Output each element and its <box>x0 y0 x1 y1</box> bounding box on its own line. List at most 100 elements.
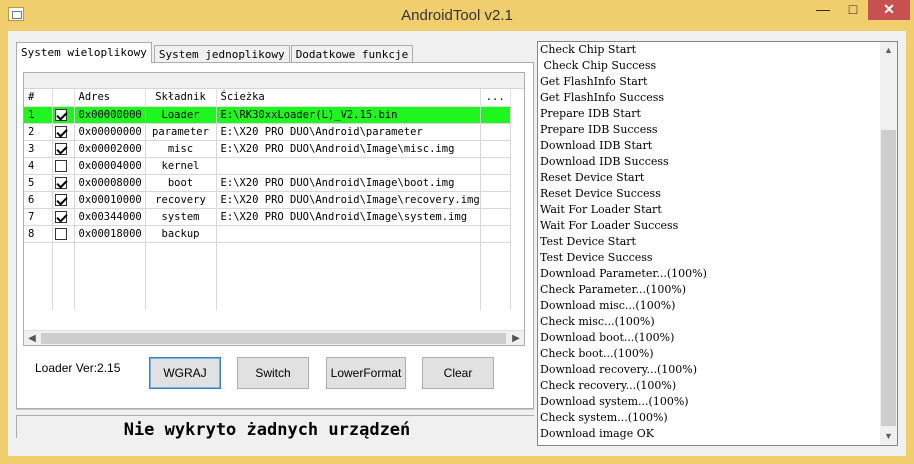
checkbox[interactable] <box>54 210 67 223</box>
window-client-area: System wieloplikowy System jednoplikowy … <box>8 31 906 456</box>
scroll-thumb[interactable] <box>881 130 896 426</box>
row-num: 6 <box>24 191 53 209</box>
log-line: Check Chip Success <box>540 59 657 72</box>
row-component: recovery <box>145 191 217 209</box>
empty-cell <box>74 259 146 276</box>
empty-cell <box>480 276 511 293</box>
header-check[interactable] <box>52 89 75 107</box>
scroll-down-icon[interactable]: ▼ <box>880 428 897 445</box>
log-line: Download IDB Success <box>540 155 669 168</box>
table-row[interactable]: 5 0x00008000 boot E:\X20 PRO DUO\Android\Im… <box>24 174 511 192</box>
row-checkbox <box>52 208 75 226</box>
table-row[interactable]: 4 0x00004000 kernel <box>24 157 511 175</box>
log-line: Reset Device Start <box>540 171 645 184</box>
log-lines: Check Chip Start Check Chip Success Get F… <box>540 42 877 442</box>
header-path[interactable]: Ścieżka <box>216 89 481 107</box>
header-num[interactable]: # <box>24 89 53 107</box>
empty-cell <box>216 293 481 310</box>
table-row[interactable]: 1 0x00000000 Loader E:\RK30xxLoader(L)_V2.1… <box>24 106 511 124</box>
vertical-scrollbar[interactable]: ▲ ▼ <box>880 42 897 445</box>
row-more <box>480 106 511 124</box>
empty-cell <box>24 293 53 310</box>
switch-button[interactable]: Switch <box>237 357 309 389</box>
checkbox[interactable] <box>54 176 67 189</box>
clear-button[interactable]: Clear <box>422 357 494 389</box>
title-bar: AndroidTool v2.1 — □ ✕ <box>0 0 914 30</box>
log-line: Download IDB Start <box>540 139 653 152</box>
scroll-up-icon[interactable]: ▲ <box>880 42 897 59</box>
checkbox[interactable] <box>54 159 67 172</box>
row-checkbox <box>52 123 75 141</box>
log-line: Download recovery...(100%) <box>540 363 697 376</box>
header-component[interactable]: Składnik <box>145 89 217 107</box>
empty-cell <box>24 242 53 259</box>
table-header-row: # Adres Składnik Ścieżka ... <box>24 89 511 107</box>
tab-additional-functions[interactable]: Dodatkowe funkcje <box>290 45 414 63</box>
row-address: 0x00008000 <box>74 174 146 192</box>
row-path: E:\X20 PRO DUO\Android\Image\misc.img <box>216 140 481 158</box>
row-path: E:\X20 PRO DUO\Android\Image\boot.img <box>216 174 481 192</box>
row-component: backup <box>145 225 217 243</box>
log-line: Test Device Start <box>540 235 636 248</box>
row-num: 5 <box>24 174 53 192</box>
horizontal-scrollbar[interactable]: ◀ ▶ <box>24 330 524 345</box>
table-row[interactable]: 6 0x00010000 recovery E:\X20 PRO DUO\Androi… <box>24 191 511 209</box>
empty-cell <box>74 276 146 293</box>
table-row[interactable]: 8 0x00018000 backup <box>24 225 511 243</box>
empty-row <box>24 242 511 259</box>
maximize-button[interactable]: □ <box>838 0 868 20</box>
log-panel[interactable]: Check Chip Start Check Chip Success Get F… <box>537 41 898 446</box>
flash-button[interactable]: WGRAJ <box>149 357 221 389</box>
row-path: E:\RK30xxLoader(L)_V2.15.bin <box>216 106 481 124</box>
tab-multi-file-system[interactable]: System wieloplikowy <box>16 42 152 63</box>
row-address: 0x00344000 <box>74 208 146 226</box>
row-address: 0x00002000 <box>74 140 146 158</box>
lower-format-button[interactable]: LowerFormat <box>326 357 406 389</box>
row-checkbox <box>52 174 75 192</box>
row-num: 8 <box>24 225 53 243</box>
scroll-right-icon[interactable]: ▶ <box>508 331 524 345</box>
table-row[interactable]: 2 0x00000000 parameter E:\X20 PRO DUO\Andro… <box>24 123 511 141</box>
empty-cell <box>24 259 53 276</box>
log-line: Prepare IDB Start <box>540 107 641 120</box>
scroll-left-icon[interactable]: ◀ <box>24 331 40 345</box>
row-more <box>480 191 511 209</box>
row-more <box>480 174 511 192</box>
empty-row <box>24 259 511 276</box>
log-line: Wait For Loader Start <box>540 203 662 216</box>
minimize-button[interactable]: — <box>808 0 838 20</box>
checkbox[interactable] <box>54 193 67 206</box>
empty-cell <box>145 276 217 293</box>
log-line: Check recovery...(100%) <box>540 379 677 392</box>
header-more[interactable]: ... <box>480 89 511 107</box>
empty-cell <box>52 276 75 293</box>
table-row[interactable]: 7 0x00344000 system E:\X20 PRO DUO\Android\… <box>24 208 511 226</box>
row-more <box>480 225 511 243</box>
log-line: Test Device Success <box>540 251 653 264</box>
row-address: 0x00000000 <box>74 106 146 124</box>
log-line: Download boot...(100%) <box>540 331 675 344</box>
empty-cell <box>145 259 217 276</box>
device-status: Nie wykryto żadnych urządzeń <box>123 420 411 440</box>
log-line: Wait For Loader Success <box>540 219 679 232</box>
checkbox[interactable] <box>54 125 67 138</box>
row-num: 2 <box>24 123 53 141</box>
log-line: Get FlashInfo Start <box>540 75 648 88</box>
scroll-thumb[interactable] <box>41 333 506 344</box>
empty-cell <box>216 276 481 293</box>
empty-cell <box>52 242 75 259</box>
header-address[interactable]: Adres <box>74 89 146 107</box>
close-button[interactable]: ✕ <box>868 0 910 20</box>
tab-single-file-system[interactable]: System jednoplikowy <box>153 45 290 63</box>
empty-cell <box>480 259 511 276</box>
row-checkbox <box>52 106 75 124</box>
row-component: misc <box>145 140 217 158</box>
row-component: Loader <box>145 106 217 124</box>
window-title: AndroidTool v2.1 <box>401 7 513 24</box>
checkbox[interactable] <box>54 142 67 155</box>
checkbox[interactable] <box>54 108 67 121</box>
table-row[interactable]: 3 0x00002000 misc E:\X20 PRO DUO\Android\Im… <box>24 140 511 158</box>
row-address: 0x00000000 <box>74 123 146 141</box>
row-checkbox <box>52 191 75 209</box>
checkbox[interactable] <box>54 227 67 240</box>
